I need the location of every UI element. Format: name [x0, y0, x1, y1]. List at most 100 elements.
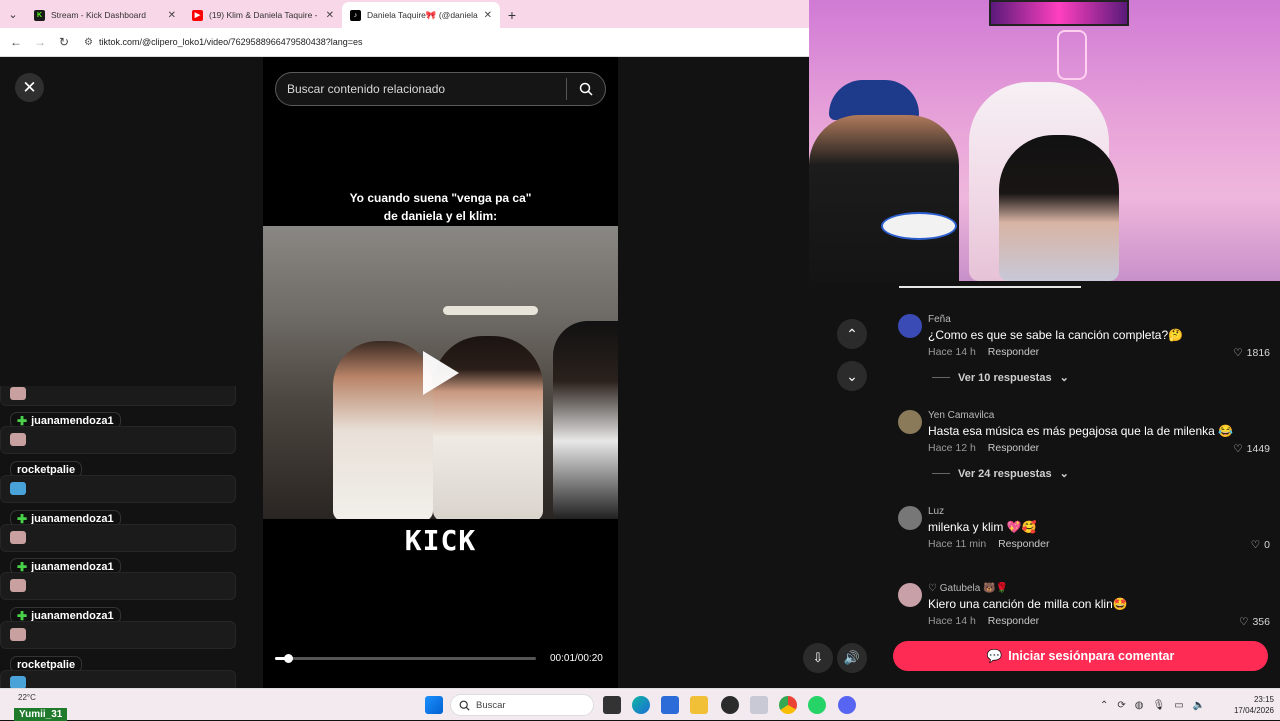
time-readout: 00:01/00:20 [550, 653, 603, 664]
search-icon[interactable] [567, 82, 605, 96]
chat-username-text: rocketpalie [17, 658, 76, 671]
login-button-label: Iniciar sesiónpara comentar [1008, 649, 1175, 663]
address-bar: ← → ↻ ⚙ tiktok.com/@clipero_loko1/video/… [0, 28, 809, 57]
comment-author[interactable]: ♡ Gatubela 🐻🌹 [928, 583, 1008, 594]
task-view-icon[interactable] [603, 696, 621, 714]
like-count: 1449 [1246, 443, 1270, 455]
neon-tv [989, 0, 1129, 26]
chat-row [0, 475, 236, 503]
comment-text: milenka y klim 💖🥰 [928, 520, 1037, 534]
autoscroll-icon[interactable]: ⇩ [803, 643, 833, 673]
chevron-up-icon[interactable]: ⌃ [1100, 700, 1108, 711]
previous-video-button[interactable]: ⌃ [837, 319, 867, 349]
divider [932, 473, 950, 474]
close-tab-icon[interactable]: ✕ [484, 10, 492, 21]
reload-button[interactable]: ↻ [54, 32, 74, 52]
file-explorer-icon[interactable] [690, 696, 708, 714]
reply-button[interactable]: Responder [988, 615, 1039, 627]
tab-kick-dashboard[interactable]: K Stream - Kick Dashboard ✕ [26, 2, 184, 28]
chat-username-text: rocketpalie [17, 463, 76, 476]
like-button[interactable]: ♡ 356 [1239, 616, 1270, 627]
new-tab-button[interactable]: + [500, 2, 524, 28]
stream-chat-overlay: ✚ juanamendoza1 rocketpalie ✚ juanamendo… [0, 386, 237, 698]
avatar[interactable] [898, 410, 922, 434]
avatar[interactable] [898, 314, 922, 338]
chrome-icon[interactable] [779, 696, 797, 714]
person-left [333, 341, 433, 519]
discord-icon[interactable] [838, 696, 856, 714]
view-replies-button[interactable]: Ver 24 respuestas ⌄ [932, 467, 1069, 480]
progress-bar[interactable] [275, 654, 536, 663]
chat-username-text: juanamendoza1 [31, 512, 114, 525]
search-input[interactable]: Buscar contenido relacionado [275, 72, 606, 106]
close-tab-icon[interactable]: ✕ [168, 10, 176, 21]
whatsapp-icon[interactable] [808, 696, 826, 714]
emote-icon [10, 531, 26, 544]
heart-icon: ♡ [1233, 347, 1243, 359]
taskbar-search-label: Buscar [476, 699, 506, 711]
network-icon[interactable]: ◍ [1135, 700, 1144, 711]
reply-button[interactable]: Responder [988, 442, 1039, 454]
next-video-button[interactable]: ⌄ [837, 361, 867, 391]
comment-item: Feña ¿Como es que se sabe la canción com… [898, 314, 1273, 394]
close-tab-icon[interactable]: ✕ [326, 10, 334, 21]
display-icon[interactable]: ▭ [1174, 700, 1183, 711]
login-to-comment-button[interactable]: 💬 Iniciar sesiónpara comentar [893, 641, 1268, 671]
chat-row [0, 572, 236, 600]
view-replies-label: Ver 24 respuestas [958, 467, 1052, 480]
tiktok-video-page: ✕ Buscar contenido relacionado Yo cuando… [0, 57, 809, 698]
caption-line: de daniela y el klim: [383, 209, 498, 223]
avatar[interactable] [898, 506, 922, 530]
store-icon[interactable] [661, 696, 679, 714]
comment-author[interactable]: Yen Camavilca [928, 410, 994, 421]
youtube-favicon-icon: ▶ [192, 9, 203, 21]
tab-youtube[interactable]: ▶ (19) Klim & Daniela Taquire - Vi ✕ [184, 2, 342, 28]
chat-row [0, 524, 236, 552]
avatar[interactable] [898, 583, 922, 607]
tab-search-icon[interactable]: ⌄ [0, 0, 26, 28]
chat-username-text: juanamendoza1 [31, 414, 114, 427]
sync-icon[interactable]: ⟳ [1117, 700, 1125, 711]
play-icon[interactable] [423, 351, 459, 395]
comment-time: Hace 14 h [928, 615, 976, 627]
divider [932, 377, 950, 378]
comment-author[interactable]: Luz [928, 506, 944, 517]
speaker-icon[interactable]: 🔈 [1193, 700, 1205, 711]
taskbar-search-input[interactable]: Buscar [450, 694, 594, 716]
video-player[interactable]: Buscar contenido relacionado Yo cuando s… [263, 57, 618, 688]
microphone-icon[interactable]: 🎙 [1153, 700, 1166, 711]
volume-icon[interactable]: 🔊 [837, 643, 867, 673]
comment-meta: Hace 14 h Responder [928, 615, 1048, 627]
video-frame[interactable] [263, 226, 618, 519]
tab-tiktok[interactable]: ♪ Daniela Taquire🎀 (@danielata ✕ [342, 2, 500, 28]
heart-icon: ♡ [1250, 539, 1261, 551]
reply-button[interactable]: Responder [988, 346, 1039, 358]
like-button[interactable]: ♡ 0 [1251, 539, 1270, 551]
car-ceiling-light [443, 306, 538, 315]
url-field[interactable]: ⚙ tiktok.com/@clipero_loko1/video/762958… [84, 37, 363, 48]
view-replies-button[interactable]: Ver 10 respuestas ⌄ [932, 371, 1069, 384]
weather-widget[interactable]: 22°C [18, 693, 36, 702]
comment-meta: Hace 14 h Responder [928, 346, 1048, 358]
close-icon[interactable]: ✕ [15, 73, 44, 102]
reply-button[interactable]: Responder [998, 538, 1049, 550]
back-button[interactable]: ← [6, 32, 26, 52]
emote-icon [10, 579, 26, 592]
windows-start-icon[interactable] [425, 696, 443, 714]
comment-time: Hace 12 h [928, 442, 976, 454]
clock[interactable]: 23:15 17/04/2026 [1222, 694, 1274, 716]
forward-button[interactable]: → [30, 32, 50, 52]
app-icon[interactable] [750, 696, 768, 714]
chevron-down-icon: ⌄ [1059, 372, 1069, 384]
like-button[interactable]: ♡ 1816 [1233, 347, 1270, 359]
like-button[interactable]: ♡ 1449 [1233, 443, 1270, 455]
edge-icon[interactable] [632, 696, 650, 714]
comment-text: ¿Como es que se sabe la canción completa… [928, 328, 1184, 342]
obs-icon[interactable] [721, 696, 739, 714]
comment-author[interactable]: Feña [928, 314, 951, 325]
tab-title: (19) Klim & Daniela Taquire - Vi [209, 10, 320, 20]
progress-thumb[interactable] [284, 654, 294, 663]
comment-meta: Hace 12 h Responder [928, 442, 1048, 454]
comments-panel: ⌃ ⌄ Feña ¿Como es que se sabe la canción… [803, 281, 1280, 688]
site-info-icon[interactable]: ⚙ [84, 37, 93, 48]
